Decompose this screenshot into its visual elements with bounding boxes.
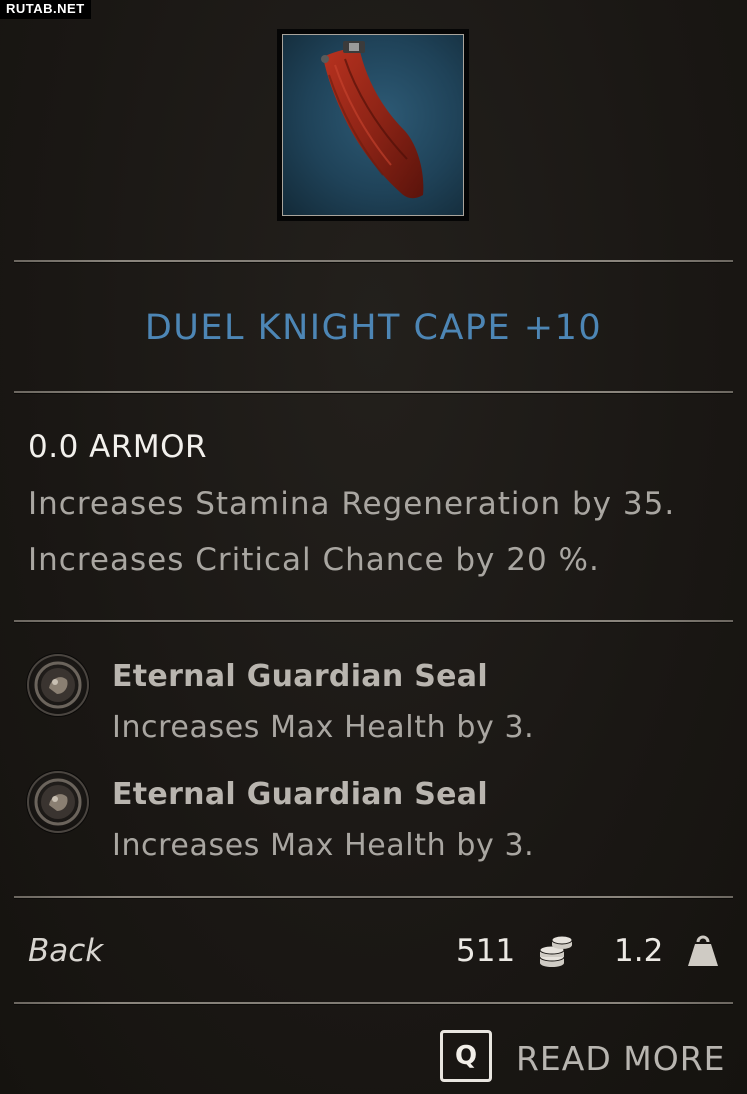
stat-bonus: Increases Stamina Regeneration by 35. — [28, 486, 676, 522]
watermark: RUTAB.NET — [0, 0, 91, 19]
gem-effect: Increases Max Health by 3. — [112, 710, 535, 745]
item-title: DUEL KNIGHT CAPE +10 — [144, 308, 603, 348]
weight-icon — [688, 935, 718, 966]
divider — [14, 620, 733, 623]
red-cape-icon — [282, 34, 464, 216]
weight-value: 1.2 — [614, 933, 664, 969]
gem-effect: Increases Max Health by 3. — [112, 828, 535, 863]
item-tooltip-panel: RUTAB.NET DUEL KNIGHT CAPE +10 0.0 ARMOR… — [0, 0, 747, 1094]
guardian-seal-icon[interactable] — [27, 654, 89, 716]
stat-bonus: Increases Critical Chance by 20 %. — [28, 542, 600, 578]
guardian-seal-icon[interactable] — [27, 771, 89, 833]
gem-name: Eternal Guardian Seal — [112, 659, 488, 694]
divider — [14, 260, 733, 263]
price-value: 511 — [456, 933, 516, 969]
divider — [14, 896, 733, 899]
read-more-button[interactable]: READ MORE — [516, 1038, 725, 1080]
gem-name: Eternal Guardian Seal — [112, 777, 488, 812]
read-more-key-hint[interactable]: Q — [440, 1030, 492, 1082]
coins-icon — [539, 935, 573, 967]
item-icon-frame — [277, 29, 469, 221]
divider — [14, 1002, 733, 1005]
divider — [14, 391, 733, 394]
armor-value: 0.0 ARMOR — [28, 429, 208, 465]
equip-slot-label: Back — [28, 933, 104, 969]
